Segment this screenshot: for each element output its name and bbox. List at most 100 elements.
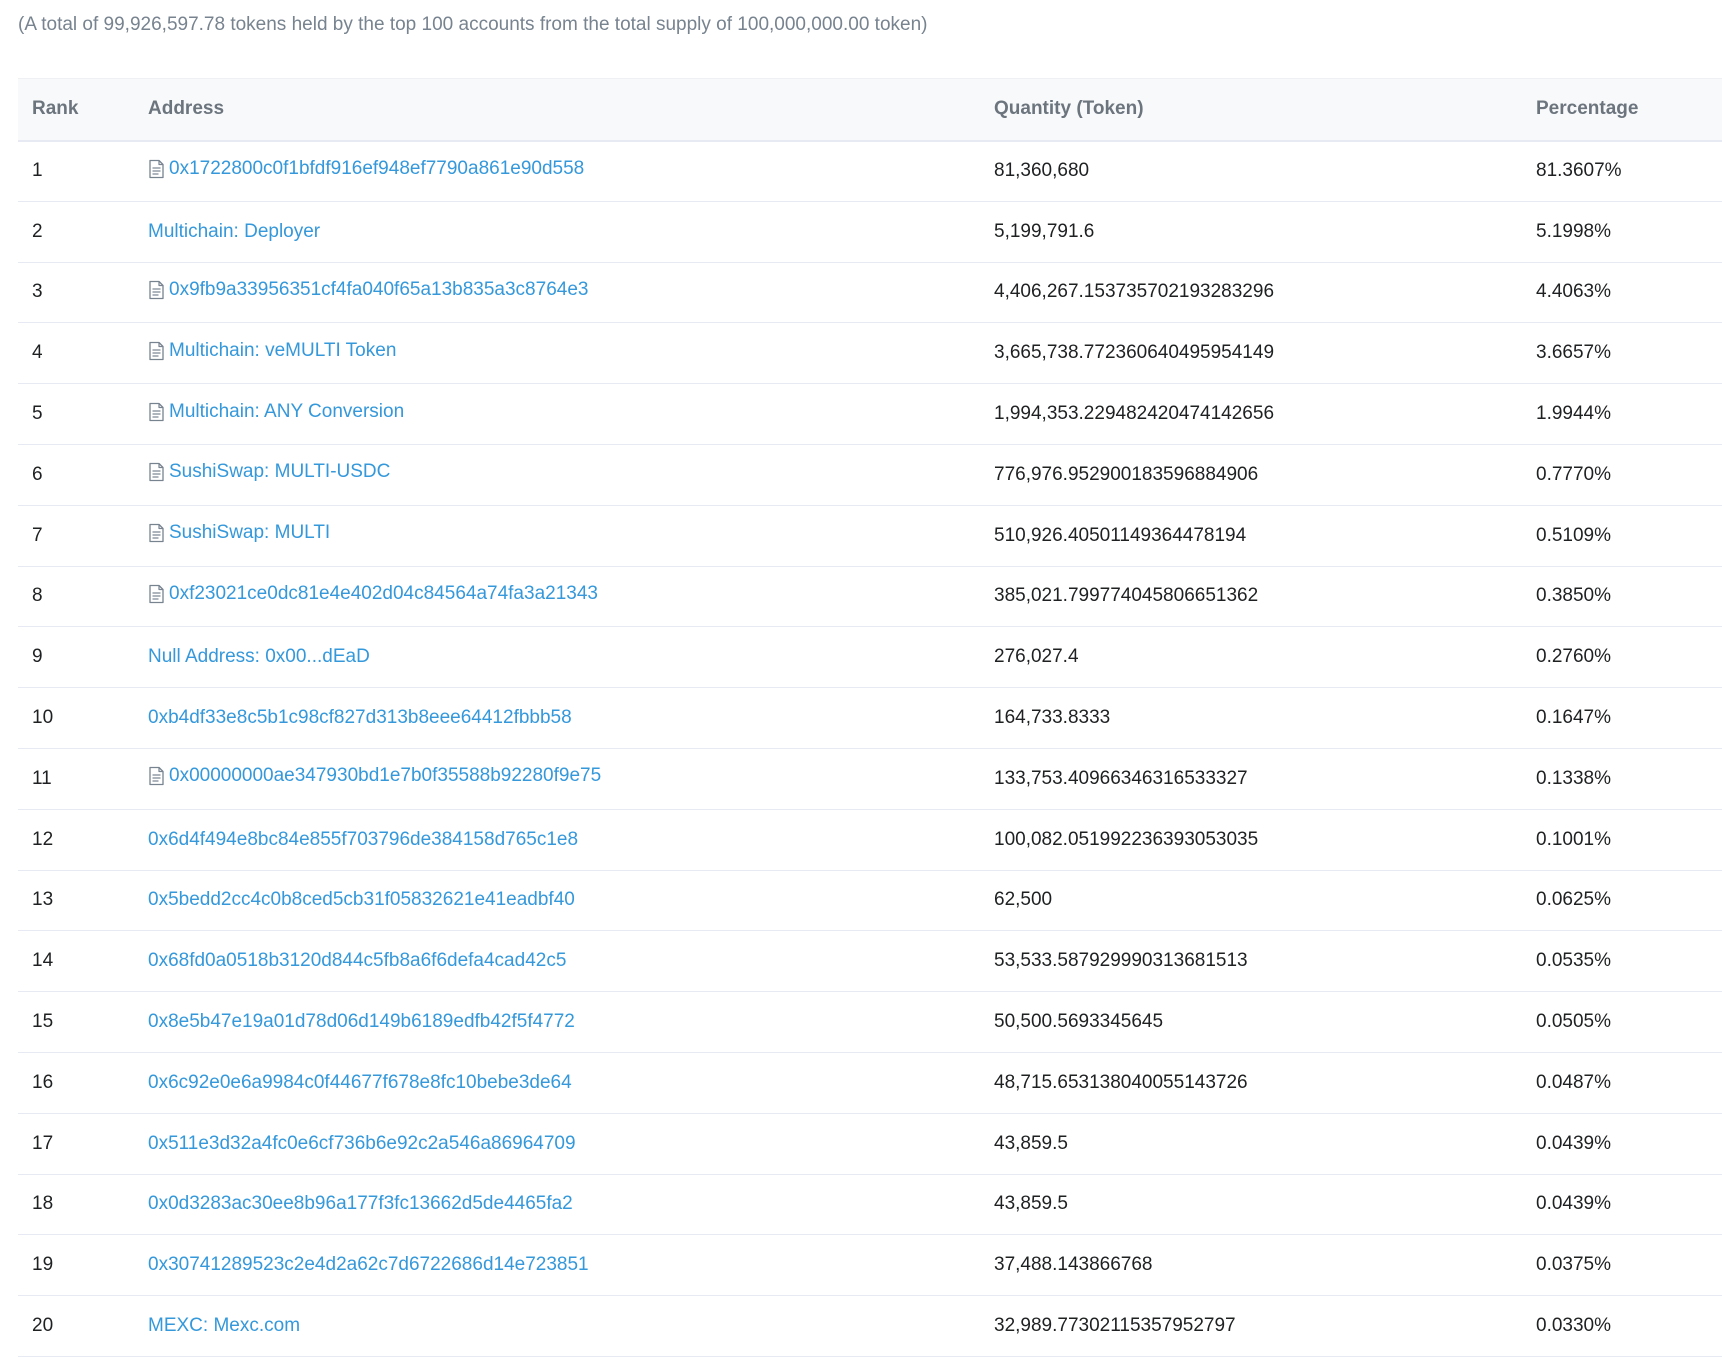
percentage-cell: 1.9944% (1536, 383, 1722, 445)
address-cell: 0x6d4f494e8bc84e855f703796de384158d765c1… (148, 809, 994, 871)
address-cell: SushiSwap: MULTI-USDC (148, 444, 994, 506)
holder-address-link[interactable]: 0x9fb9a33956351cf4fa040f65a13b835a3c8764… (148, 279, 588, 301)
rank-cell: 10 (18, 687, 148, 749)
holder-address-text: 0x5bedd2cc4c0b8ced5cb31f05832621e41eadbf… (148, 889, 575, 911)
holder-address-link[interactable]: 0x68fd0a0518b3120d844c5fb8a6f6defa4cad42… (148, 950, 566, 972)
rank-cell: 13 (18, 870, 148, 932)
rank-cell: 11 (18, 748, 148, 810)
table-row: 10 0xb4df33e8c5b1c98cf827d313b8eee64412fb… (18, 687, 1722, 749)
holder-address-link[interactable]: Multichain: veMULTI Token (148, 340, 396, 362)
holder-address-link[interactable]: 0xf23021ce0dc81e4e402d04c84564a74fa3a213… (148, 583, 598, 605)
holder-address-link[interactable]: 0xb4df33e8c5b1c98cf827d313b8eee64412fbbb… (148, 707, 572, 729)
table-row: 15 0x8e5b47e19a01d78d06d149b6189edfb42f5f… (18, 991, 1722, 1053)
holder-address-link[interactable]: Multichain: Deployer (148, 221, 320, 243)
address-cell: 0x68fd0a0518b3120d844c5fb8a6f6defa4cad42… (148, 930, 994, 993)
holder-address-text: Multichain: veMULTI Token (169, 339, 397, 361)
holder-address-text: 0x0d3283ac30ee8b96a177f3fc13662d5de4465f… (148, 1193, 573, 1215)
address-cell: 0x00000000ae347930bd1e7b0f35588b92280f9e… (148, 748, 994, 810)
rank-cell: 16 (18, 1052, 148, 1114)
table-row: 17 0x511e3d32a4fc0e6cf736b6e92c2a546a8696… (18, 1113, 1722, 1175)
percentage-cell: 0.1647% (1536, 687, 1722, 749)
quantity-column-header: Quantity (Token) (994, 78, 1536, 142)
quantity-cell: 3,665,738.772360640495954149 (994, 322, 1536, 385)
percentage-cell: 0.2760% (1536, 626, 1722, 689)
holder-address-text: Multichain: Deployer (148, 220, 321, 242)
contract-document-icon (148, 462, 165, 482)
table-row: 5 Multichain: ANY Conversion 1,994,353.229… (18, 383, 1722, 445)
address-column-header: Address (148, 78, 994, 142)
holder-address-link[interactable]: Multichain: ANY Conversion (148, 401, 404, 423)
address-cell: Multichain: veMULTI Token (148, 322, 994, 385)
percentage-cell: 81.3607% (1536, 140, 1722, 202)
percentage-cell: 0.0330% (1536, 1295, 1722, 1357)
holder-address-link[interactable]: 0x30741289523c2e4d2a62c7d6722686d14e7238… (148, 1254, 589, 1276)
table-row: 16 0x6c92e0e6a9984c0f44677f678e8fc10bebe3… (18, 1052, 1722, 1114)
quantity-cell: 81,360,680 (994, 140, 1536, 202)
holder-address-link[interactable]: SushiSwap: MULTI-USDC (148, 461, 390, 483)
percentage-cell: 0.0487% (1536, 1052, 1722, 1114)
contract-document-icon (148, 280, 165, 300)
table-row: 4 Multichain: veMULTI Token 3,665,738.7723… (18, 322, 1722, 385)
table-row: 6 SushiSwap: MULTI-USDC 776,976.9529001835… (18, 444, 1722, 506)
rank-cell: 20 (18, 1295, 148, 1357)
table-row: 11 0x00000000ae347930bd1e7b0f35588b92280f… (18, 748, 1722, 810)
address-cell: 0x511e3d32a4fc0e6cf736b6e92c2a546a869647… (148, 1113, 994, 1175)
quantity-cell: 4,406,267.153735702193283296 (994, 262, 1536, 324)
address-cell: 0xb4df33e8c5b1c98cf827d313b8eee64412fbbb… (148, 687, 994, 749)
holder-address-link[interactable]: 0x5bedd2cc4c0b8ced5cb31f05832621e41eadbf… (148, 889, 575, 911)
quantity-cell: 100,082.051992236393053035 (994, 809, 1536, 871)
rank-cell: 2 (18, 201, 148, 263)
quantity-cell: 48,715.653138040055143726 (994, 1052, 1536, 1114)
holder-address-link[interactable]: 0x511e3d32a4fc0e6cf736b6e92c2a546a869647… (148, 1133, 576, 1155)
table-row: 7 SushiSwap: MULTI 510,926.405011493644781… (18, 505, 1722, 567)
holder-address-text: SushiSwap: MULTI (169, 522, 331, 544)
contract-document-icon (148, 584, 165, 604)
quantity-cell: 385,021.799774045806651362 (994, 566, 1536, 628)
table-row: 9 Null Address: 0x00...dEaD 276,027.4 0.276… (18, 626, 1722, 689)
holder-address-link[interactable]: 0x1722800c0f1bfdf916ef948ef7790a861e90d5… (148, 158, 584, 180)
quantity-cell: 53,533.587929990313681513 (994, 930, 1536, 993)
holder-address-link[interactable]: Null Address: 0x00...dEaD (148, 646, 370, 668)
rank-cell: 12 (18, 809, 148, 871)
holder-address-link[interactable]: MEXC: Mexc.com (148, 1315, 300, 1337)
quantity-cell: 50,500.5693345645 (994, 991, 1536, 1053)
quantity-cell: 164,733.8333 (994, 687, 1536, 749)
rank-cell: 4 (18, 322, 148, 385)
table-row: 19 0x30741289523c2e4d2a62c7d6722686d14e72… (18, 1234, 1722, 1297)
percentage-cell: 0.0375% (1536, 1234, 1722, 1297)
holder-address-text: Null Address: 0x00...dEaD (148, 646, 370, 668)
holder-address-link[interactable]: SushiSwap: MULTI (148, 522, 330, 544)
rank-cell: 5 (18, 383, 148, 445)
holder-address-link[interactable]: 0x8e5b47e19a01d78d06d149b6189edfb42f5f47… (148, 1011, 575, 1033)
rank-cell: 3 (18, 262, 148, 324)
percentage-cell: 0.7770% (1536, 444, 1722, 506)
holder-address-text: 0x00000000ae347930bd1e7b0f35588b92280f9e… (169, 765, 602, 787)
address-cell: Null Address: 0x00...dEaD (148, 626, 994, 689)
address-cell: 0x30741289523c2e4d2a62c7d6722686d14e7238… (148, 1234, 994, 1297)
holder-address-link[interactable]: 0x6d4f494e8bc84e855f703796de384158d765c1… (148, 829, 578, 851)
table-row: 13 0x5bedd2cc4c0b8ced5cb31f05832621e41ead… (18, 870, 1722, 932)
address-cell: 0x9fb9a33956351cf4fa040f65a13b835a3c8764… (148, 262, 994, 324)
percentage-cell: 0.5109% (1536, 505, 1722, 567)
holder-address-text: Multichain: ANY Conversion (169, 400, 405, 422)
holder-address-link[interactable]: 0x00000000ae347930bd1e7b0f35588b92280f9e… (148, 765, 601, 787)
table-header-row: Rank Address Quantity (Token) Percentage (18, 78, 1722, 142)
quantity-cell: 5,199,791.6 (994, 201, 1536, 263)
table-row: 20 MEXC: Mexc.com 32,989.77302115357952797… (18, 1295, 1722, 1357)
quantity-cell: 43,859.5 (994, 1113, 1536, 1175)
address-cell: 0x5bedd2cc4c0b8ced5cb31f05832621e41eadbf… (148, 870, 994, 932)
holder-address-text: 0x9fb9a33956351cf4fa040f65a13b835a3c8764… (169, 278, 589, 300)
rank-cell: 14 (18, 930, 148, 993)
holder-address-link[interactable]: 0x6c92e0e6a9984c0f44677f678e8fc10bebe3de… (148, 1072, 572, 1094)
quantity-cell: 510,926.40501149364478194 (994, 505, 1536, 567)
quantity-cell: 43,859.5 (994, 1174, 1536, 1236)
quantity-cell: 276,027.4 (994, 626, 1536, 689)
table-row: 1 0x1722800c0f1bfdf916ef948ef7790a861e90d… (18, 140, 1722, 202)
holder-address-link[interactable]: 0x0d3283ac30ee8b96a177f3fc13662d5de4465f… (148, 1193, 573, 1215)
percentage-cell: 5.1998% (1536, 201, 1722, 263)
quantity-cell: 133,753.40966346316533327 (994, 748, 1536, 810)
rank-cell: 8 (18, 566, 148, 628)
holder-address-text: 0x6d4f494e8bc84e855f703796de384158d765c1… (148, 828, 579, 850)
rank-column-header: Rank (18, 78, 148, 142)
table-row: 18 0x0d3283ac30ee8b96a177f3fc13662d5de446… (18, 1174, 1722, 1236)
